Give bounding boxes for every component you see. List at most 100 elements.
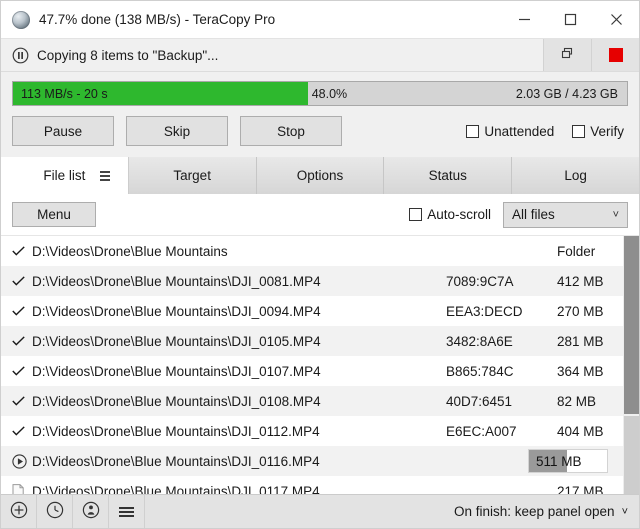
table-row[interactable]: D:\Videos\Drone\Blue Mountains\DJI_0108.…: [1, 386, 623, 416]
pause-circle-icon: [12, 47, 29, 64]
tab-log[interactable]: Log: [512, 157, 639, 194]
pause-button[interactable]: Pause: [12, 116, 114, 146]
progress-section: 113 MB/s - 20 s 48.0% 2.03 GB / 4.23 GB: [1, 72, 639, 106]
minimize-button[interactable]: [501, 1, 547, 38]
table-row[interactable]: D:\Videos\Drone\Blue Mountains\DJI_0081.…: [1, 266, 623, 296]
unattended-checkbox-box[interactable]: [466, 125, 479, 138]
file-path: D:\Videos\Drone\Blue Mountains\DJI_0094.…: [32, 304, 446, 319]
check-icon: [12, 366, 32, 376]
verify-checkbox-box[interactable]: [572, 125, 585, 138]
check-icon: [12, 276, 32, 286]
windows-restore-icon-button[interactable]: [543, 39, 591, 71]
scrollbar-thumb[interactable]: [624, 236, 639, 414]
table-row[interactable]: D:\Videos\Drone\Blue Mountains\DJI_0094.…: [1, 296, 623, 326]
action-checkboxes: Unattended Verify: [448, 124, 628, 139]
status-text: Copying 8 items to "Backup"...: [37, 48, 218, 63]
tab-file-list-label: File list: [43, 168, 85, 183]
file-path: D:\Videos\Drone\Blue Mountains\DJI_0108.…: [32, 394, 446, 409]
progress-size-label: 2.03 GB / 4.23 GB: [516, 82, 618, 105]
file-icon: [12, 484, 32, 495]
file-size: Folder: [551, 244, 623, 259]
table-row[interactable]: D:\Videos\Drone\Blue Mountains\DJI_0105.…: [1, 326, 623, 356]
bottom-bar-filler: [145, 495, 454, 528]
test-circle-icon: [82, 501, 100, 522]
status-toolbar: [543, 39, 639, 71]
current-file-progress: 511 MB: [528, 449, 608, 473]
hamburger-icon: [119, 505, 134, 519]
clock-button[interactable]: [37, 495, 73, 528]
file-size: 412 MB: [551, 274, 623, 289]
menu-button[interactable]: Menu: [12, 202, 96, 227]
file-list-area: D:\Videos\Drone\Blue MountainsFolderD:\V…: [1, 236, 639, 494]
table-row[interactable]: D:\Videos\Drone\Blue Mountains\DJI_0107.…: [1, 356, 623, 386]
on-finish-select[interactable]: On finish: keep panel open ˅: [454, 495, 639, 528]
on-finish-label: On finish: keep panel open: [454, 504, 615, 519]
table-row[interactable]: D:\Videos\Drone\Blue Mountains Folder: [1, 236, 623, 266]
teracopy-icon: [12, 11, 30, 29]
bottom-hamburger-button[interactable]: [109, 495, 145, 528]
table-row[interactable]: D:\Videos\Drone\Blue Mountains\DJI_0112.…: [1, 416, 623, 446]
chevron-down-icon: ˅: [613, 209, 619, 221]
stop-button[interactable]: Stop: [240, 116, 342, 146]
table-row[interactable]: D:\Videos\Drone\Blue Mountains\DJI_0116.…: [1, 446, 623, 476]
file-size: 364 MB: [551, 364, 623, 379]
add-circle-icon: [10, 501, 28, 522]
file-path: D:\Videos\Drone\Blue Mountains: [32, 244, 446, 259]
status-bar: Copying 8 items to "Backup"...: [1, 39, 639, 72]
title-bar: 47.7% done (138 MB/s) - TeraCopy Pro: [1, 1, 639, 39]
check-icon: [12, 336, 32, 346]
file-hash: 3482:8A6E: [446, 334, 551, 349]
file-filter-value: All files: [512, 207, 555, 222]
file-filter-select[interactable]: All files ˅: [503, 202, 628, 228]
progress-bar: 113 MB/s - 20 s 48.0% 2.03 GB / 4.23 GB: [12, 81, 628, 106]
file-list[interactable]: D:\Videos\Drone\Blue MountainsFolderD:\V…: [1, 236, 623, 494]
play-circle-icon: [12, 454, 32, 469]
scrollbar-track[interactable]: [624, 416, 639, 494]
add-circle-button[interactable]: [1, 495, 37, 528]
unattended-checkbox[interactable]: Unattended: [466, 124, 554, 139]
file-size: 82 MB: [551, 394, 623, 409]
tab-status[interactable]: Status: [384, 157, 512, 194]
windows-restore-icon: [560, 46, 575, 64]
autoscroll-label: Auto-scroll: [427, 207, 491, 222]
autoscroll-checkbox[interactable]: Auto-scroll: [409, 207, 491, 222]
file-size: 511 MB: [529, 450, 607, 472]
file-hash: 7089:9C7A: [446, 274, 551, 289]
progress-speed-eta: 113 MB/s - 20 s: [21, 82, 108, 105]
file-list-toolbar: Menu Auto-scroll All files ˅: [1, 194, 639, 236]
verify-checkbox[interactable]: Verify: [572, 124, 624, 139]
stop-record-button[interactable]: [591, 39, 639, 71]
verify-label: Verify: [590, 124, 624, 139]
tab-options[interactable]: Options: [257, 157, 385, 194]
tab-file-list[interactable]: File list: [1, 157, 129, 194]
title-bar-left: 47.7% done (138 MB/s) - TeraCopy Pro: [1, 11, 501, 29]
hamburger-icon[interactable]: [100, 171, 110, 181]
close-button[interactable]: [593, 1, 639, 38]
check-icon: [12, 246, 32, 256]
autoscroll-checkbox-box[interactable]: [409, 208, 422, 221]
stop-record-icon: [609, 48, 623, 62]
window-controls: [501, 1, 639, 38]
file-list-toolbar-right: Auto-scroll All files ˅: [409, 202, 628, 228]
window-title: 47.7% done (138 MB/s) - TeraCopy Pro: [39, 12, 275, 27]
check-icon: [12, 306, 32, 316]
file-hash: E6EC:A007: [446, 424, 551, 439]
file-size: 404 MB: [551, 424, 623, 439]
maximize-button[interactable]: [547, 1, 593, 38]
tab-target[interactable]: Target: [129, 157, 257, 194]
check-icon: [12, 396, 32, 406]
file-path: D:\Videos\Drone\Blue Mountains\DJI_0107.…: [32, 364, 446, 379]
file-list-scrollbar[interactable]: [623, 236, 639, 494]
chevron-down-icon: ˅: [622, 506, 628, 518]
progress-percent-label: 48.0%: [312, 82, 347, 105]
file-hash: EEA3:DECD: [446, 304, 551, 319]
unattended-label: Unattended: [484, 124, 554, 139]
file-size: 270 MB: [551, 304, 623, 319]
status-bar-left: Copying 8 items to "Backup"...: [1, 47, 543, 64]
tab-bar: File list Target Options Status Log: [1, 157, 639, 194]
file-path: D:\Videos\Drone\Blue Mountains\DJI_0112.…: [32, 424, 446, 439]
table-row[interactable]: D:\Videos\Drone\Blue Mountains\DJI_0117.…: [1, 476, 623, 494]
skip-button[interactable]: Skip: [126, 116, 228, 146]
test-circle-button[interactable]: [73, 495, 109, 528]
bottom-bar: On finish: keep panel open ˅: [1, 494, 639, 528]
